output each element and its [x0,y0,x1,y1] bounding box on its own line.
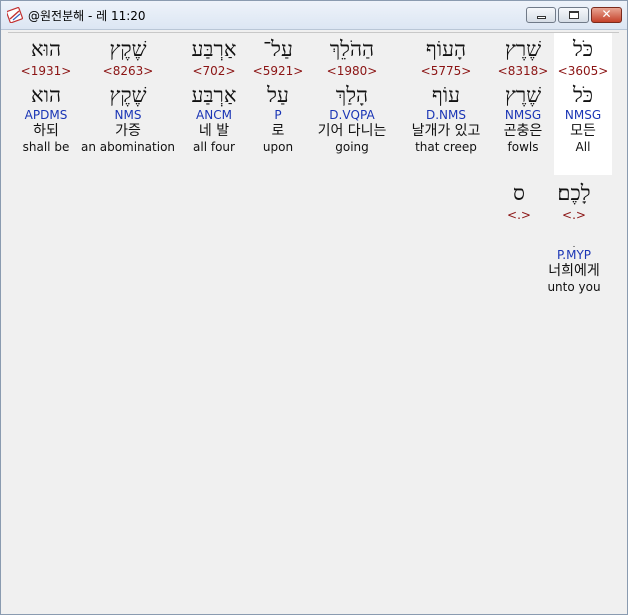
app-window: @원전분해 - 레 11:20 ✕ הוּא <1931> הוא APDMS … [0,0,628,615]
lexical-form: כֹּל [572,83,594,107]
strong-number[interactable]: <8263> [80,64,176,78]
hebrew-word: עַל־ [263,37,293,61]
lexical-form: שֶׁרֶץ [504,83,542,107]
hebrew-word: שֶׁרֶץ [504,37,542,61]
strong-number[interactable]: <702> [178,64,250,78]
hebrew-word: אַרְבַּע [191,37,237,61]
korean-gloss: 네 발 [198,123,230,139]
word-column[interactable]: הַהֹלֵךְ <1980> הָלַךְ D.VQPA 기어 다니는 goi… [306,35,398,154]
hebrew-word: הָעוֹף [425,37,467,61]
strong-number[interactable]: <.> [498,208,540,222]
lexical-form: עַל [267,83,289,107]
minimize-icon [537,16,546,19]
hebrew-word: ס [513,181,525,205]
english-gloss: fowls [507,140,539,154]
word-column[interactable]: אַרְבַּע <702> אַרְבַּע ANCM 네 발 all fou… [178,35,250,154]
parsing-code: D.VQPA [329,108,375,122]
lexical-form: הָלַךְ [335,83,369,107]
parsing-code: P [274,108,282,122]
english-gloss: shall be [22,140,70,154]
korean-gloss: 가증 [115,123,141,139]
korean-gloss: 곤충은 [503,123,543,139]
strong-number[interactable]: <3605> [554,64,612,78]
korean-gloss: 날개가 있고 [411,123,481,139]
maximize-button[interactable] [558,7,589,23]
lexical-form: ׅ [538,232,610,248]
hebrew-word: הַהֹלֵךְ [329,37,375,61]
word-column[interactable]: הוּא <1931> הוא APDMS 하되 shall be [14,35,78,154]
strong-number[interactable]: <5921> [252,64,304,78]
korean-gloss: 하되 [33,123,59,139]
strong-number[interactable]: <1931> [14,64,78,78]
hebrew-word: הוּא [30,37,62,61]
english-gloss: an abomination [80,140,176,154]
word-column[interactable]: עַל־ <5921> עַל P 로 upon [252,35,304,154]
parsing-code: APDMS [24,108,68,122]
parsing-code: NMS [114,108,142,122]
hebrew-word: לָכֶם׃ [557,181,591,205]
english-gloss: that creep [415,140,477,154]
hebrew-word: שֶׁקֶץ [109,37,147,61]
strong-number[interactable]: <8318> [494,64,552,78]
parsing-code: P.MYP [556,248,592,262]
english-gloss: unto you [547,280,601,294]
parsing-code: NMSG [504,108,542,122]
window-title: @원전분해 - 레 11:20 [28,9,146,23]
word-column[interactable]: שֶׁרֶץ <8318> שֶׁרֶץ NMSG 곤충은 fowls [494,35,552,154]
strong-number[interactable]: <.> [538,208,610,222]
close-button[interactable]: ✕ [591,7,622,23]
strong-number[interactable]: <5775> [400,64,492,78]
hebrew-word: כֹּל [572,37,594,61]
minimize-button[interactable] [526,7,556,23]
korean-gloss: 너희에게 [548,263,600,279]
korean-gloss: 로 [271,123,285,139]
korean-gloss: 모든 [570,123,596,139]
word-column-selected[interactable]: כֹּל <3605> כֹּל NMSG 모든 All [554,33,612,175]
english-gloss: all four [193,140,235,154]
korean-gloss: 기어 다니는 [317,123,387,139]
lexical-form: הוא [30,83,62,107]
strong-number[interactable]: <1980> [306,64,398,78]
parsing-code: ANCM [196,108,232,122]
interlinear-view: הוּא <1931> הוא APDMS 하되 shall be שֶׁקֶץ… [8,32,619,607]
word-column[interactable]: ס <.> [498,179,540,222]
app-icon [7,7,23,23]
word-column[interactable]: הָעוֹף <5775> עוֹף D.NMS 날개가 있고 that cre… [400,35,492,154]
title-bar[interactable]: @원전분해 - 레 11:20 ✕ [1,1,627,30]
lexical-form: שֶׁקֶץ [109,83,147,107]
parsing-code: D.NMS [425,108,466,122]
parsing-code: NMSG [564,108,602,122]
maximize-icon [569,11,579,19]
word-column[interactable]: שֶׁקֶץ <8263> שֶׁקֶץ NMS 가증 an abominati… [80,35,176,154]
lexical-form: עוֹף [431,83,461,107]
english-gloss: All [575,140,591,154]
english-gloss: upon [262,140,294,154]
close-icon: ✕ [601,7,612,21]
word-column[interactable]: לָכֶם׃ <.> ׅ P.MYP 너희에게 unto you [538,179,610,294]
english-gloss: going [335,140,369,154]
lexical-form: אַרְבַּע [191,83,237,107]
